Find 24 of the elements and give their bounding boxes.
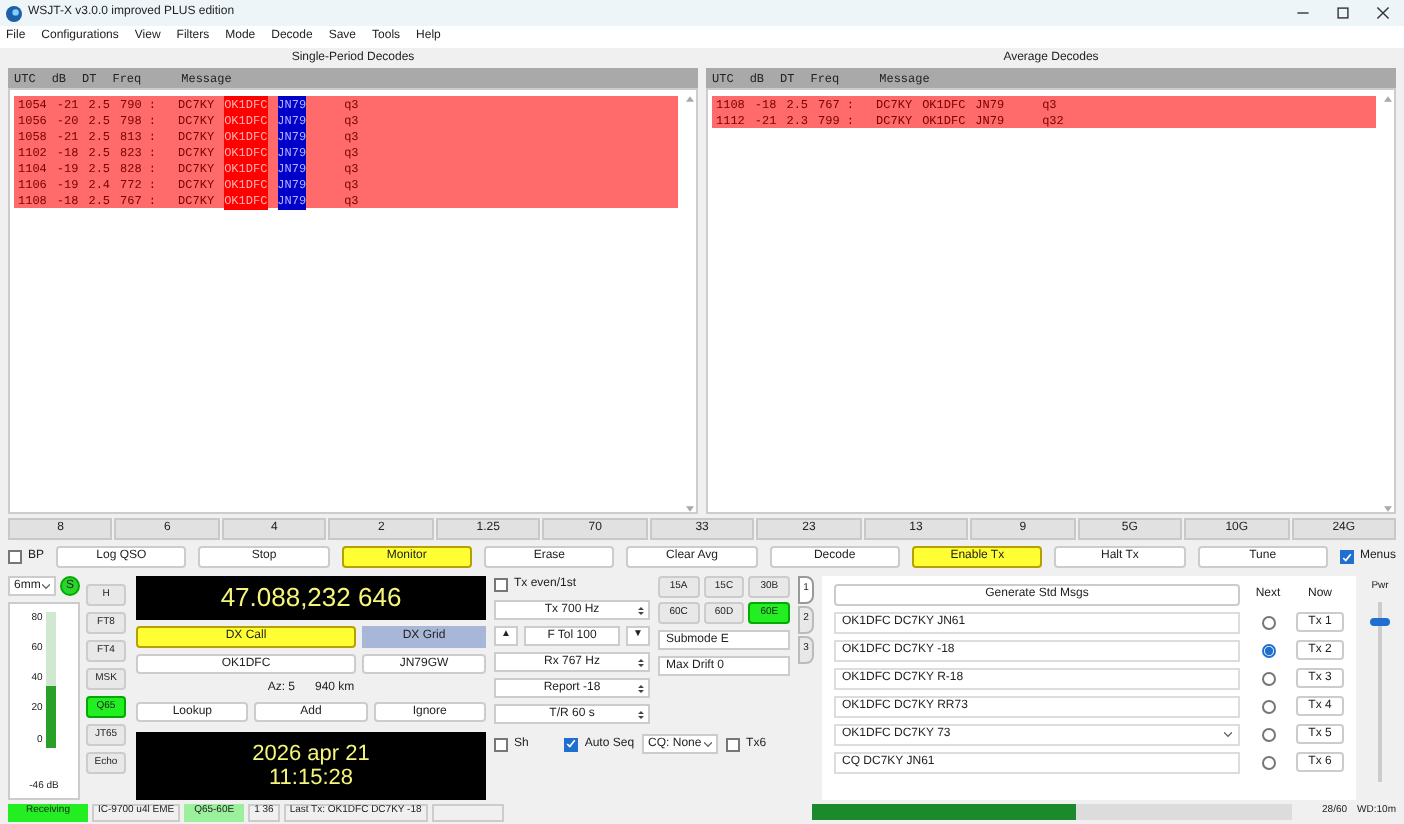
next-radio[interactable]	[1261, 671, 1275, 685]
next-radio[interactable]	[1261, 727, 1275, 741]
next-radio[interactable]	[1261, 643, 1275, 657]
maximize-icon[interactable]	[1336, 6, 1350, 20]
next-radio[interactable]	[1261, 699, 1275, 713]
scroll-down-icon[interactable]	[1383, 506, 1391, 512]
scroll-up-icon[interactable]	[685, 96, 693, 102]
date-text: 2026 apr 21	[252, 743, 370, 765]
scroll-up-icon[interactable]	[1383, 96, 1391, 102]
scroll-down-icon[interactable]	[685, 506, 693, 512]
app-logo-icon	[6, 5, 22, 21]
status-field	[431, 803, 504, 821]
chevron-down-icon	[704, 741, 713, 747]
check-icon	[1341, 551, 1352, 563]
power-slider-thumb[interactable]	[1370, 618, 1390, 627]
chevron-down-icon	[42, 583, 50, 589]
time-text: 11:15:28	[268, 767, 353, 789]
check-icon	[566, 738, 577, 750]
frequency-display: 47.088,232 646	[136, 576, 486, 620]
next-radio[interactable]	[1261, 615, 1275, 629]
next-radio[interactable]	[1261, 755, 1275, 769]
chevron-down-icon	[1224, 731, 1232, 737]
minimize-icon[interactable]	[1296, 6, 1310, 20]
close-icon[interactable]	[1376, 6, 1390, 20]
